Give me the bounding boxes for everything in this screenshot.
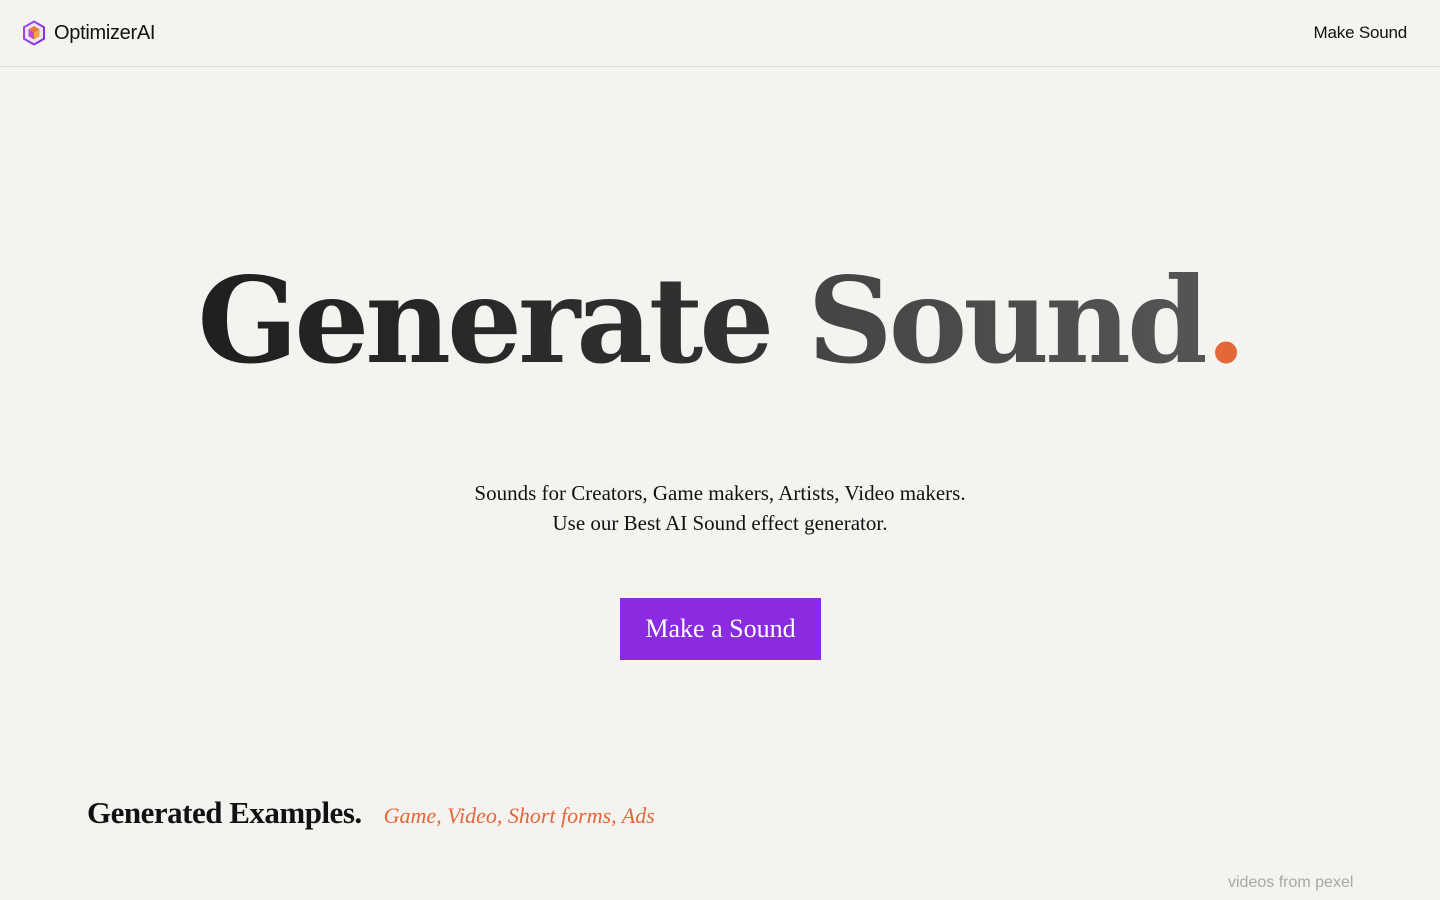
brand-name: OptimizerAI [54,21,156,44]
hexagon-cube-logo-icon [23,20,45,46]
generated-examples-section: Generated Examples. Game, Video, Short f… [87,795,655,831]
generated-examples-heading: Generated Examples. [87,795,362,830]
hero-title: Generate Sound. [0,250,1440,392]
make-a-sound-button[interactable]: Make a Sound [620,598,821,660]
hero-title-word-generate: Generate [197,251,774,390]
make-sound-nav-link[interactable]: Make Sound [1314,23,1408,43]
hero-title-accent-dot: . [1205,251,1246,390]
brand-home-link[interactable]: OptimizerAI [21,20,155,46]
hero-subtitle-line-2: Use our Best AI Sound effect generator. [552,511,888,535]
hero-title-word-sound: Sound [807,251,1209,390]
video-credit-text: videos from pexel [1228,874,1354,891]
hero-subtitle-line-1: Sounds for Creators, Game makers, Artist… [474,481,966,505]
examples-category-tags: Game, Video, Short forms, Ads [383,803,655,828]
top-navbar: OptimizerAI Make Sound [0,0,1440,67]
hero-subtitle: Sounds for Creators, Game makers, Artist… [0,478,1440,538]
